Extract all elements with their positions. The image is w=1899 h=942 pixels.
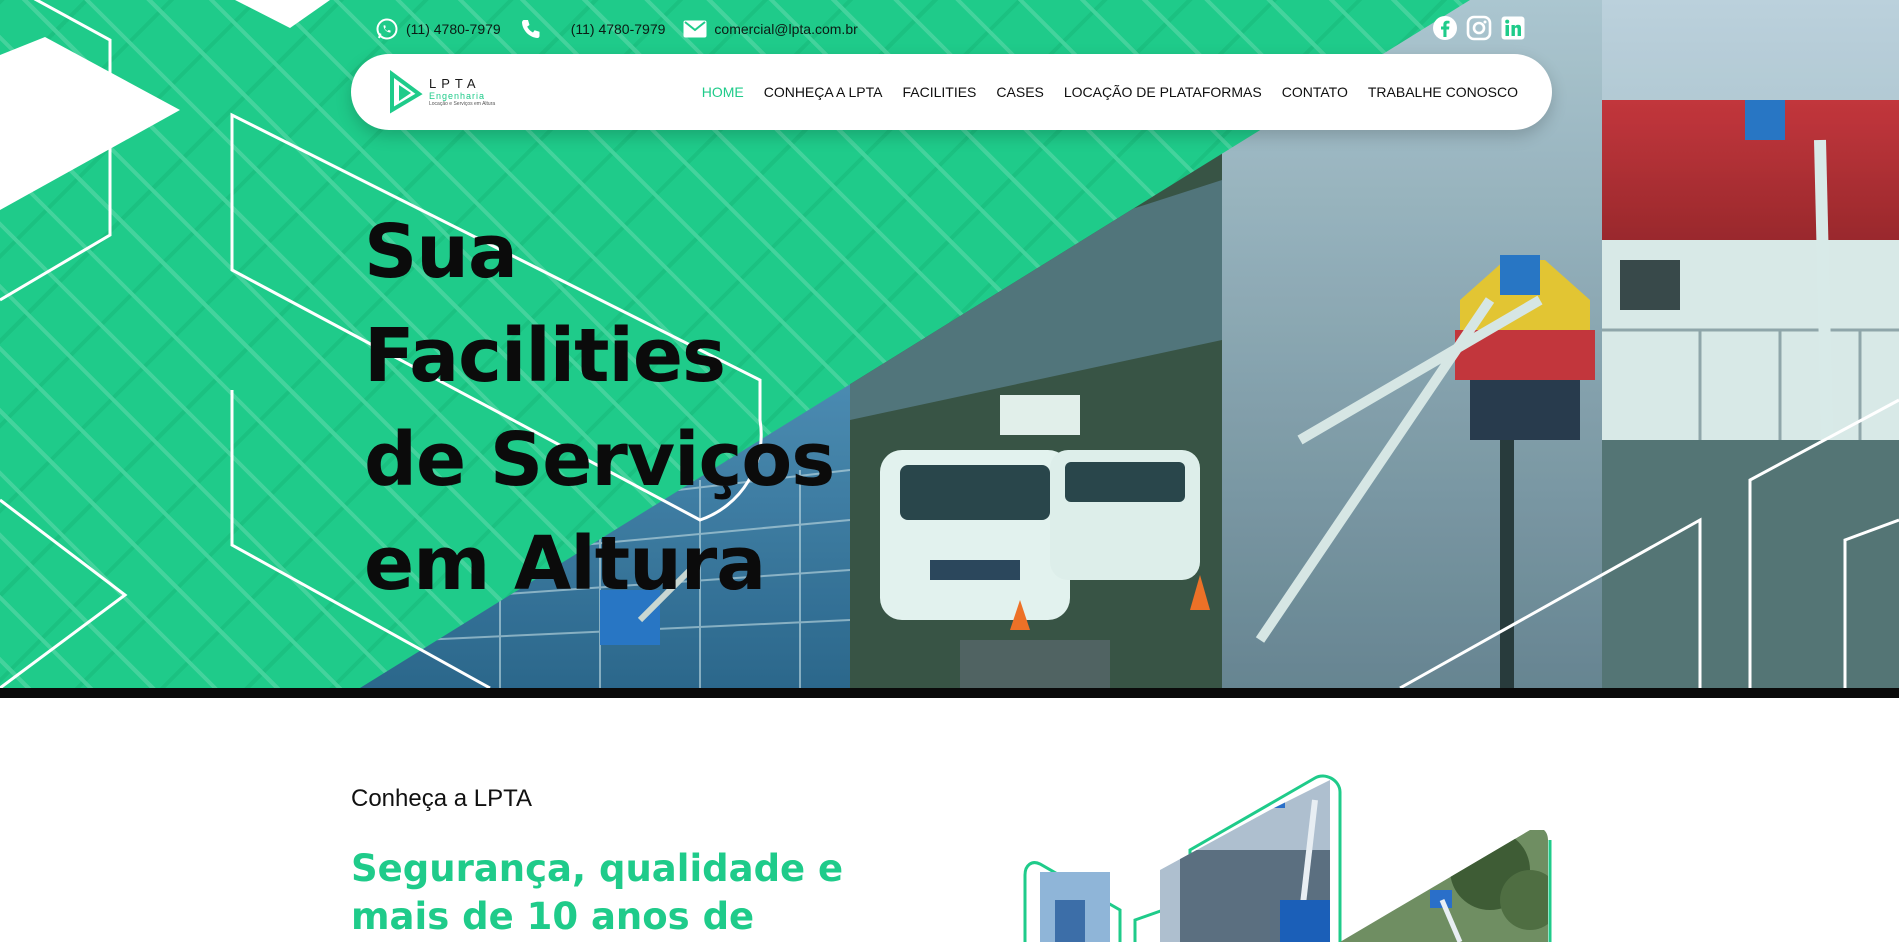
about-triangle-collage — [1023, 774, 1552, 942]
phone-number: (11) 4780-7979 — [570, 21, 666, 37]
about-headline: Segurança, qualidade e mais de 10 anos d… — [351, 847, 844, 938]
main-navbar: LPTA Engenharia Locação e Serviços em Al… — [351, 54, 1552, 130]
hero-title-line-3: em Altura — [364, 521, 766, 607]
nav-item-facilities[interactable]: FACILITIES — [902, 84, 976, 100]
phone-contact[interactable]: (11) 4780-7979 — [519, 17, 666, 41]
nav-menu: HOME CONHEÇA A LPTA FACILITIES CASES LOC… — [702, 54, 1518, 130]
top-contact-bar: (11) 4780-7979 (11) 4780-7979 comercial@… — [375, 16, 858, 42]
whatsapp-number: (11) 4780-7979 — [406, 21, 501, 37]
email-contact[interactable]: comercial@lpta.com.br — [683, 17, 858, 41]
logo[interactable]: LPTA Engenharia Locação e Serviços em Al… — [389, 68, 509, 116]
nav-item-trabalhe[interactable]: TRABALHE CONOSCO — [1368, 84, 1518, 100]
nav-item-contato[interactable]: CONTATO — [1282, 84, 1348, 100]
hero-title-line-2: de Serviços — [364, 417, 835, 503]
about-kicker: Conheça a LPTA — [351, 785, 532, 812]
hero-section: (11) 4780-7979 (11) 4780-7979 comercial@… — [0, 0, 1899, 688]
linkedin-icon[interactable] — [1500, 15, 1526, 41]
nav-item-conheca[interactable]: CONHEÇA A LPTA — [764, 84, 883, 100]
phone-icon — [519, 17, 543, 41]
nav-item-cases[interactable]: CASES — [996, 84, 1043, 100]
logo-sub-text: Engenharia — [429, 91, 486, 101]
instagram-icon[interactable] — [1466, 15, 1492, 41]
nav-item-home[interactable]: HOME — [702, 84, 744, 100]
email-address: comercial@lpta.com.br — [714, 21, 858, 37]
logo-tagline: Locação e Serviços em Altura — [429, 101, 496, 107]
hero-divider — [0, 688, 1899, 698]
hero-title: Sua Facilities de Serviços em Altura — [364, 200, 884, 616]
whatsapp-icon — [375, 17, 399, 41]
page: (11) 4780-7979 (11) 4780-7979 comercial@… — [0, 0, 1899, 942]
facebook-icon[interactable] — [1432, 15, 1458, 41]
social-links — [1432, 15, 1526, 41]
logo-main-text: LPTA — [429, 76, 481, 91]
whatsapp-contact[interactable]: (11) 4780-7979 — [375, 17, 501, 41]
about-section — [0, 698, 1899, 942]
logo-mark-icon — [390, 70, 423, 114]
hero-title-line-1: Sua Facilities — [364, 209, 726, 399]
nav-item-locacao[interactable]: LOCAÇÃO DE PLATAFORMAS — [1064, 84, 1262, 100]
mail-icon — [683, 17, 707, 41]
